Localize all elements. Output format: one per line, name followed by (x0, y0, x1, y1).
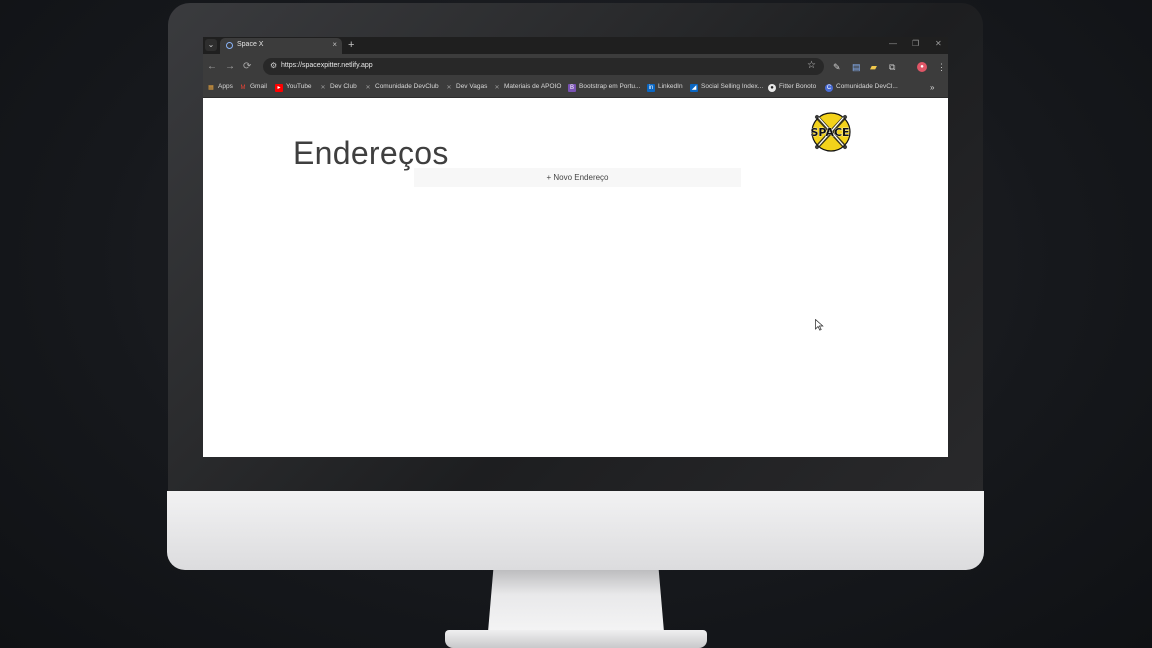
apps-grid-icon: ▦ (208, 85, 214, 91)
address-bar[interactable]: ⚙ https://spacexpitter.netlify.app ☆ (263, 58, 824, 75)
github-icon: ● (768, 84, 776, 92)
devclub-icon: ✕ (365, 85, 371, 91)
tab-space-x[interactable]: Space X × (220, 38, 342, 54)
site-info-icon[interactable]: ⚙ (270, 61, 277, 70)
bootstrap-icon: B (568, 84, 576, 92)
bookmark-dev-club[interactable]: ✕ Dev Club (319, 83, 356, 92)
bookmark-materiais-apoio[interactable]: ✕ Materiais de APOIO (493, 83, 561, 92)
linkedin-icon: in (647, 84, 655, 92)
minimize-icon[interactable]: — (889, 39, 897, 48)
url-text[interactable]: https://spacexpitter.netlify.app (281, 62, 373, 69)
spacex-logo-icon: SPACE (810, 112, 851, 152)
bookmark-comunidade-devclub[interactable]: ✕ Comunidade DevClub (364, 83, 438, 92)
reload-button[interactable]: ⟳ (243, 61, 251, 73)
tab-title: Space X (237, 41, 264, 48)
chrome-c-icon: C (825, 84, 833, 92)
devclub-icon: ✕ (446, 85, 452, 91)
bookmark-bootstrap[interactable]: B Bootstrap em Portu... (568, 83, 640, 92)
new-tab-button[interactable]: + (348, 38, 354, 52)
browser-window: ⌄ Space X × + — ❐ ✕ ← → ⟳ ⚙ https://spac… (203, 37, 948, 457)
extension-doc-icon[interactable]: ▤ (852, 62, 861, 72)
extensions-puzzle-icon[interactable]: ⧉ (889, 62, 895, 72)
back-button[interactable]: ← (207, 61, 217, 73)
monitor-stand-base (445, 630, 707, 648)
devclub-icon: ✕ (494, 85, 500, 91)
page-content: Endereços SPACE + Novo Endereço (203, 98, 948, 457)
extension-yellow-icon[interactable]: ▰ (870, 62, 877, 72)
tab-favicon-icon (226, 42, 233, 49)
tab-search-icon[interactable]: ⌄ (205, 39, 217, 51)
restore-icon[interactable]: ❐ (912, 39, 919, 48)
social-selling-icon: ◢ (690, 84, 698, 92)
profile-avatar[interactable]: ● (917, 62, 927, 72)
tab-strip: ⌄ Space X × + — ❐ ✕ (203, 37, 948, 54)
browser-toolbar: ← → ⟳ ⚙ https://spacexpitter.netlify.app… (203, 54, 948, 80)
bookmark-star-icon[interactable]: ☆ (807, 60, 816, 71)
mouse-cursor-icon (815, 319, 824, 331)
page-title: Endereços (293, 135, 449, 172)
bookmark-social-selling[interactable]: ◢ Social Selling Index... (690, 83, 763, 92)
bookmark-apps[interactable]: ▦ Apps (207, 83, 233, 92)
logo-text: SPACE (810, 126, 849, 139)
bookmark-fitter-bonoto[interactable]: ● Fitter Bonoto (768, 83, 816, 92)
bookmark-gmail[interactable]: M Gmail (239, 83, 267, 92)
bookmarks-bar: ▦ Apps M Gmail ▸ YouTube ✕ Dev Club ✕ Comunid… (203, 80, 948, 98)
bookmark-youtube[interactable]: ▸ YouTube (275, 83, 312, 92)
monitor-chin (167, 491, 984, 570)
new-address-button[interactable]: + Novo Endereço (414, 168, 741, 187)
bookmark-comunidade-devcl[interactable]: C Comunidade DevCl... (825, 83, 898, 92)
window-close-icon[interactable]: ✕ (935, 39, 942, 48)
eyedropper-extension-icon[interactable]: ✎ (833, 62, 841, 72)
tab-close-icon[interactable]: × (332, 40, 337, 49)
monitor-stand (488, 570, 664, 632)
youtube-icon: ▸ (275, 84, 283, 92)
forward-button[interactable]: → (225, 61, 235, 73)
gmail-icon: M (240, 85, 246, 91)
bookmark-linkedin[interactable]: in LinkedIn (647, 83, 683, 92)
devclub-icon: ✕ (320, 85, 326, 91)
spacex-logo[interactable]: SPACE (805, 111, 855, 153)
bookmarks-overflow-button[interactable]: » (930, 83, 934, 92)
bookmark-dev-vagas[interactable]: ✕ Dev Vagas (445, 83, 487, 92)
menu-kebab-icon[interactable]: ⋮ (937, 62, 946, 72)
